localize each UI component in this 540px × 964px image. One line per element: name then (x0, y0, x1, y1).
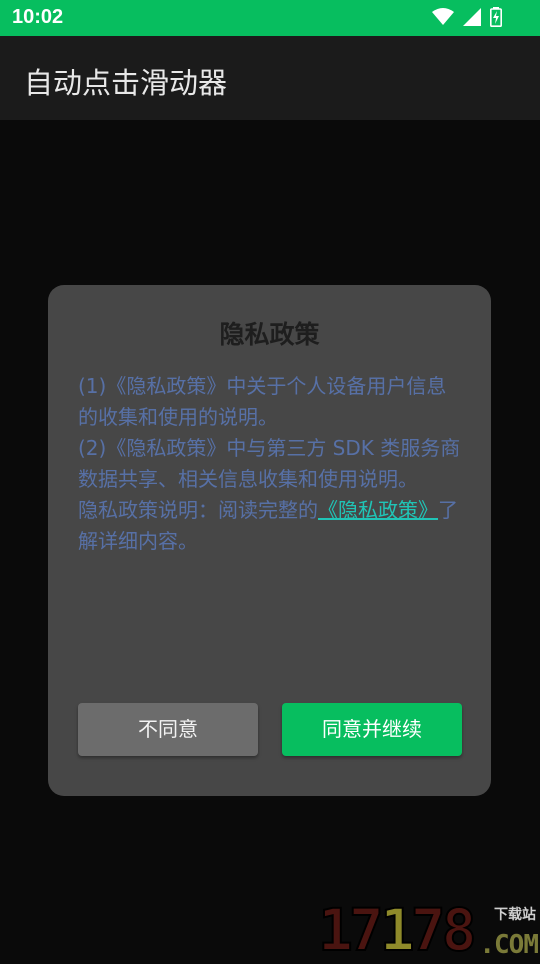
app-bar: 自动点击滑动器 (0, 36, 540, 120)
site-watermark-logo: 17178 下载站 .COM (317, 896, 540, 964)
status-icons (432, 7, 502, 27)
privacy-dialog: 隐私政策 (1)《隐私政策》中关于个人设备用户信息的收集和使用的说明。 (2)《… (48, 285, 491, 796)
policy-line-3: 隐私政策说明：阅读完整的《隐私政策》了解详细内容。 (78, 495, 466, 557)
policy-line-2: (2)《隐私政策》中与第三方 SDK 类服务商数据共享、相关信息收集和使用说明。 (78, 436, 461, 491)
dialog-title: 隐私政策 (219, 320, 320, 349)
watermark-com: .COM (479, 930, 539, 960)
cellular-signal-icon (463, 8, 481, 26)
policy-line-1: (1)《隐私政策》中关于个人设备用户信息的收集和使用的说明。 (78, 374, 447, 429)
decline-button[interactable]: 不同意 (78, 703, 258, 756)
status-bar: 10:02 (0, 0, 540, 36)
watermark-site-label: 下载站 (494, 907, 536, 923)
app-title: 自动点击滑动器 (24, 66, 228, 100)
battery-charging-icon (490, 7, 502, 27)
wifi-icon (432, 8, 454, 25)
policy-line-3-prefix: 隐私政策说明：阅读完整的 (78, 498, 318, 522)
privacy-policy-link[interactable]: 《隐私政策》 (318, 498, 438, 522)
dialog-body: (1)《隐私政策》中关于个人设备用户信息的收集和使用的说明。 (2)《隐私政策》… (78, 371, 466, 557)
watermark-digits: 17178 (317, 896, 478, 964)
agree-continue-button[interactable]: 同意并继续 (282, 703, 462, 756)
status-time: 10:02 (12, 6, 64, 28)
